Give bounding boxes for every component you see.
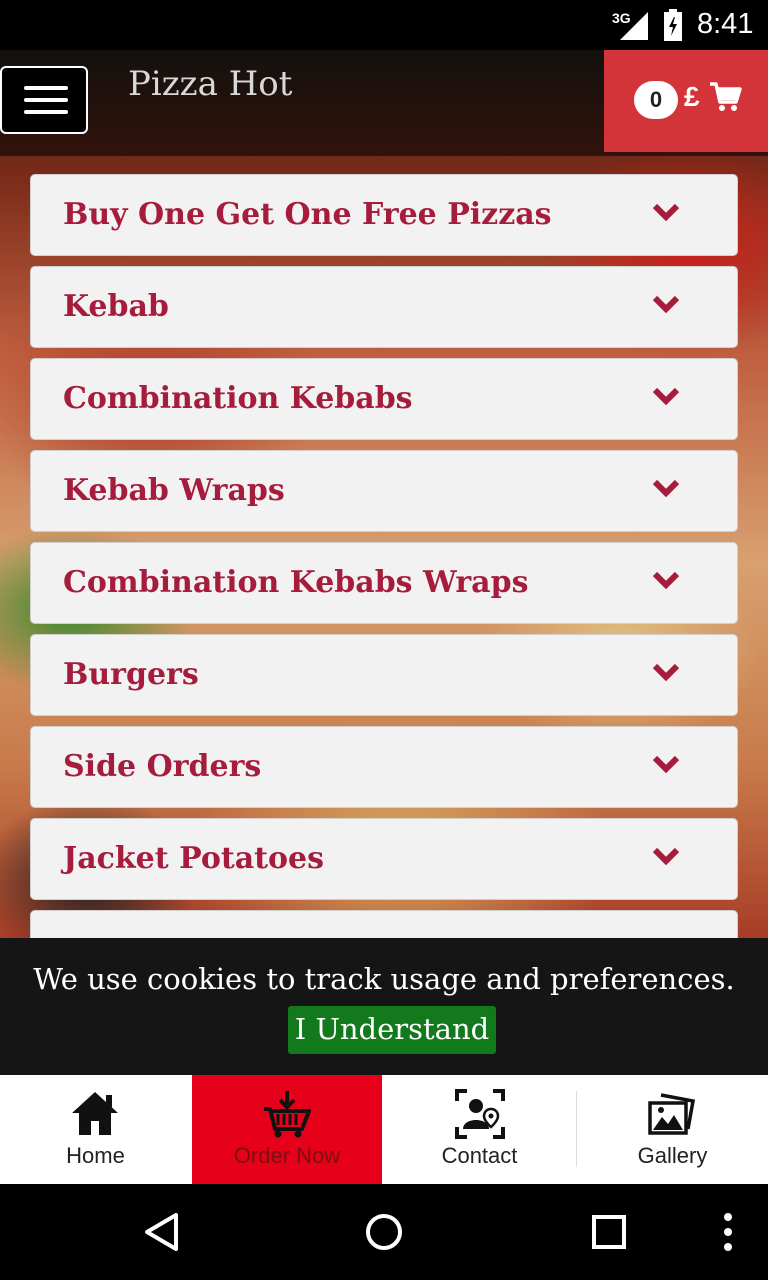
chevron-down-icon <box>652 847 680 866</box>
tab-label: Home <box>66 1143 125 1168</box>
contact-icon <box>455 1089 505 1139</box>
chevron-down-icon <box>652 571 680 590</box>
category-item[interactable]: Kebab <box>30 266 738 348</box>
category-label: Combination Kebabs <box>63 381 413 416</box>
chevron-down-icon <box>652 203 680 222</box>
status-bar: 3G 8:41 <box>0 0 768 50</box>
back-icon[interactable] <box>142 1212 182 1252</box>
category-label: Combination Kebabs Wraps <box>63 565 529 600</box>
category-item[interactable]: Kebab Wraps <box>30 450 738 532</box>
tab-contact[interactable]: Contact <box>383 1075 576 1184</box>
chevron-down-icon <box>652 295 680 314</box>
bottom-tab-bar: Home Order Now Contact Gallery <box>0 1075 768 1184</box>
tab-order-now[interactable]: Order Now <box>192 1075 382 1184</box>
tab-label: Contact <box>441 1143 518 1168</box>
category-label: Jacket Potatoes <box>63 841 324 876</box>
category-item[interactable]: Combination Kebabs Wraps <box>30 542 738 624</box>
chevron-down-icon <box>652 479 680 498</box>
tab-label: Gallery <box>637 1143 708 1168</box>
cookie-accept-button[interactable]: I Understand <box>288 1006 496 1054</box>
chevron-down-icon <box>652 663 680 682</box>
category-item[interactable]: Jacket Potatoes <box>30 818 738 900</box>
category-item[interactable]: Buy One Get One Free Pizzas <box>30 174 738 256</box>
app-title: Pizza Hot <box>128 64 293 104</box>
tab-home[interactable]: Home <box>0 1075 191 1184</box>
menu-icon-line <box>24 98 68 102</box>
gallery-icon <box>648 1093 696 1135</box>
menu-icon-line <box>24 110 68 114</box>
category-item[interactable]: Side Orders <box>30 726 738 808</box>
recents-icon[interactable] <box>590 1212 630 1252</box>
cookie-banner: We use cookies to track usage and prefer… <box>0 938 768 1075</box>
category-item[interactable]: Combination Kebabs <box>30 358 738 440</box>
chevron-down-icon <box>652 387 680 406</box>
home-nav-icon[interactable] <box>364 1212 404 1252</box>
cart-icon <box>710 82 742 111</box>
category-label: Burgers <box>63 657 199 692</box>
cookie-message: We use cookies to track usage and prefer… <box>33 962 735 996</box>
system-navigation-bar <box>0 1184 768 1280</box>
basket-icon <box>264 1091 311 1138</box>
home-icon <box>72 1092 118 1135</box>
category-label: Kebab <box>63 289 169 324</box>
category-label: Buy One Get One Free Pizzas <box>63 197 552 232</box>
battery-icon <box>664 9 682 41</box>
category-list: Buy One Get One Free Pizzas Kebab Combin… <box>30 174 738 950</box>
tab-label: Order Now <box>233 1143 341 1168</box>
category-item[interactable]: Burgers <box>30 634 738 716</box>
overflow-menu-icon[interactable] <box>718 1212 738 1252</box>
signal-icon <box>620 12 648 40</box>
chevron-down-icon <box>652 755 680 774</box>
currency-symbol: £ <box>684 81 700 112</box>
menu-icon-line <box>24 86 68 90</box>
hamburger-menu-button[interactable] <box>0 66 88 134</box>
category-label: Side Orders <box>63 749 262 784</box>
cart-button[interactable]: 0 £ <box>604 50 768 152</box>
cart-count-badge: 0 <box>634 81 678 119</box>
tab-gallery[interactable]: Gallery <box>577 1075 768 1184</box>
clock: 8:41 <box>697 8 754 40</box>
category-label: Kebab Wraps <box>63 473 285 508</box>
